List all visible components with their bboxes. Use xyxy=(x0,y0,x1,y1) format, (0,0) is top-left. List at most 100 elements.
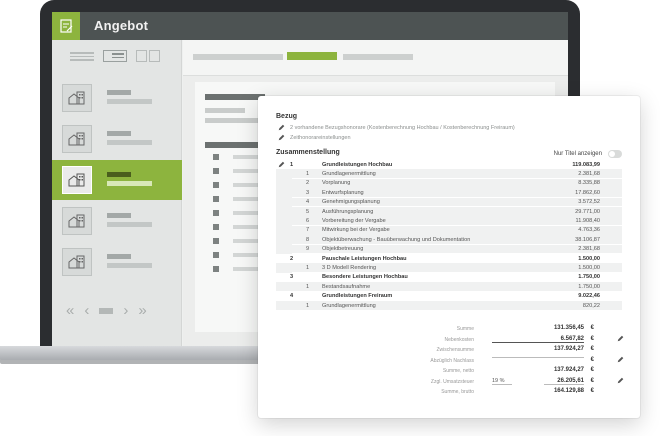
project-item[interactable] xyxy=(52,78,182,118)
grid-view-icon[interactable] xyxy=(136,50,160,62)
row-number: 1 xyxy=(306,283,310,290)
row-amount: 38.106,87 xyxy=(575,236,600,243)
summary-row: Summe, netto 137.924,27 € xyxy=(358,366,624,377)
table-row[interactable]: 1 3 D Modell Rendering 1.500,00 xyxy=(276,263,622,274)
summary-value[interactable] xyxy=(492,356,584,358)
currency-symbol: € xyxy=(590,335,594,342)
angebot-detail-card: Bezug 2 vorhandene Bezugshonorare (Koste… xyxy=(258,96,640,418)
detail-view-icon[interactable] xyxy=(103,50,127,62)
vat-percent-field[interactable]: 19 % xyxy=(492,378,512,385)
row-number: 1 xyxy=(306,302,310,309)
row-label: Vorplanung xyxy=(322,180,351,187)
table-group-row[interactable]: 3 Besondere Leistungen Hochbau 1.750,00 xyxy=(276,273,622,282)
table-row[interactable]: 4 Genehmigungsplanung 3.572,52 xyxy=(276,197,622,208)
row-number: 5 xyxy=(306,208,310,215)
row-label: Bestandsaufnahme xyxy=(322,283,371,290)
summary-value[interactable]: 26.205,61 xyxy=(544,378,584,385)
content-tabbar xyxy=(183,40,568,76)
row-amount: 1.500,00 xyxy=(578,264,600,271)
table-row[interactable]: 3 Entwurfsplanung 17.862,60 xyxy=(276,188,622,198)
table-group-row[interactable]: 2 Pauschale Leistungen Hochbau 1.500,00 xyxy=(276,254,622,263)
row-label: Mitwirkung bei der Vergabe xyxy=(322,227,390,234)
stage: Angebot « ‹ › » Bezug 2 vorhandene Bezug… xyxy=(0,0,660,436)
summary-value: 164.129,88 xyxy=(553,388,584,394)
pencil-icon[interactable] xyxy=(278,124,285,131)
tab-active[interactable] xyxy=(287,52,337,60)
row-number: 1 xyxy=(290,161,294,168)
table-row[interactable]: 7 Mitwirkung bei der Vergabe 4.763,36 xyxy=(276,225,622,236)
row-label: Objektüberwachung - Bauüberwachung und D… xyxy=(322,236,471,243)
row-number: 3 xyxy=(306,189,310,196)
currency-symbol: € xyxy=(590,325,594,331)
project-item[interactable] xyxy=(52,201,182,241)
table-row[interactable]: 9 Objektbetreuung 2.381,68 xyxy=(276,244,622,255)
row-amount: 2.381,68 xyxy=(578,246,600,253)
row-label: Grundleistungen Hochbau xyxy=(322,161,393,168)
bezug-item-label: Zeithonorareinstellungen xyxy=(290,134,351,141)
table-group-row[interactable]: 4 Grundleistungen Freiraum 9.022,46 xyxy=(276,291,622,300)
nur-titel-toggle[interactable]: Nur Titel anzeigen xyxy=(554,150,622,158)
summary-block: Summe 131.356,45 € Nebenkosten 6.567,82 € Zwis… xyxy=(358,324,624,398)
table-row[interactable]: 5 Ausführungsplanung 29.771,00 xyxy=(276,206,622,217)
summary-value[interactable]: 6.567,82 xyxy=(492,336,584,343)
row-label: Grundlagenermittlung xyxy=(322,171,376,178)
zusammenstellung-table: 1 Grundleistungen Hochbau 119.083,99 1 Grund… xyxy=(276,160,622,311)
row-label: Vorbereitung der Vergabe xyxy=(322,218,386,225)
currency-symbol: € xyxy=(590,356,594,363)
next-page-button[interactable]: › xyxy=(123,302,128,319)
project-item[interactable] xyxy=(52,242,182,282)
row-amount: 119.083,99 xyxy=(572,161,600,168)
summary-value: 131.356,45 xyxy=(553,325,584,331)
app-title: Angebot xyxy=(94,18,149,33)
pencil-icon[interactable] xyxy=(617,356,624,365)
summary-row: Nebenkosten 6.567,82 € xyxy=(358,335,624,346)
summary-row: Summe 131.356,45 € xyxy=(358,324,624,335)
list-view-icon[interactable] xyxy=(70,50,94,62)
bezug-item[interactable]: 2 vorhandene Bezugshonorare (Kostenberec… xyxy=(278,124,515,131)
last-page-button[interactable]: » xyxy=(138,302,146,319)
table-row[interactable]: 1 Grundlagenermittlung 820,22 xyxy=(276,300,622,311)
pencil-icon[interactable] xyxy=(617,377,624,386)
row-label: Besondere Leistungen Hochbau xyxy=(322,274,408,281)
app-header: Angebot xyxy=(52,12,568,40)
summary-row: Zwischensumme 137.924,27 € xyxy=(358,345,624,356)
row-label: Pauschale Leistungen Hochbau xyxy=(322,255,407,262)
summary-row: Summe, brutto 164.129,88 € xyxy=(358,387,624,398)
currency-symbol: € xyxy=(590,377,594,384)
row-number: 1 xyxy=(306,264,310,271)
pencil-icon[interactable] xyxy=(617,335,624,344)
project-item[interactable] xyxy=(52,119,182,159)
summary-label: Zzgl. Umsatzsteuer xyxy=(430,378,474,385)
currency-symbol: € xyxy=(590,346,594,352)
summary-value: 137.924,27 xyxy=(553,346,584,352)
first-page-button[interactable]: « xyxy=(66,302,74,319)
summary-label: Zwischensumme xyxy=(436,347,474,353)
row-label: Grundlagenermittlung xyxy=(322,302,376,309)
app-logo-icon[interactable] xyxy=(52,12,80,40)
table-row[interactable]: 8 Objektüberwachung - Bauüberwachung und … xyxy=(276,235,622,245)
summary-label: Summe xyxy=(456,326,474,332)
row-amount: 17.862,60 xyxy=(575,189,600,196)
table-group-row[interactable]: 1 Grundleistungen Hochbau 119.083,99 xyxy=(276,160,622,169)
summary-label: Summe, netto xyxy=(442,368,474,374)
tab-placeholder[interactable] xyxy=(193,54,283,60)
pencil-icon[interactable] xyxy=(278,134,285,141)
project-item-active[interactable] xyxy=(52,160,182,200)
prev-page-button[interactable]: ‹ xyxy=(84,302,89,319)
table-row[interactable]: 1 Grundlagenermittlung 2.381,68 xyxy=(276,169,622,180)
table-row[interactable]: 2 Vorplanung 8.335,88 xyxy=(276,178,622,189)
row-label: 3 D Modell Rendering xyxy=(322,264,377,271)
row-label: Genehmigungsplanung xyxy=(322,199,380,206)
toggle-switch[interactable] xyxy=(608,150,622,158)
toggle-label: Nur Titel anzeigen xyxy=(553,151,602,157)
tab-placeholder[interactable] xyxy=(343,54,413,60)
row-amount: 11.908,40 xyxy=(575,218,600,225)
row-number: 6 xyxy=(306,218,310,225)
summary-value: 137.924,27 xyxy=(553,367,584,373)
bezug-item[interactable]: Zeithonorareinstellungen xyxy=(278,134,351,141)
table-row[interactable]: 6 Vorbereitung der Vergabe 11.908,40 xyxy=(276,216,622,227)
summary-label: Abzüglich Nachlass xyxy=(430,357,474,364)
table-row[interactable]: 1 Bestandsaufnahme 1.750,00 xyxy=(276,282,622,292)
row-number: 9 xyxy=(306,246,310,253)
summary-row: Abzüglich Nachlass € xyxy=(358,356,624,367)
